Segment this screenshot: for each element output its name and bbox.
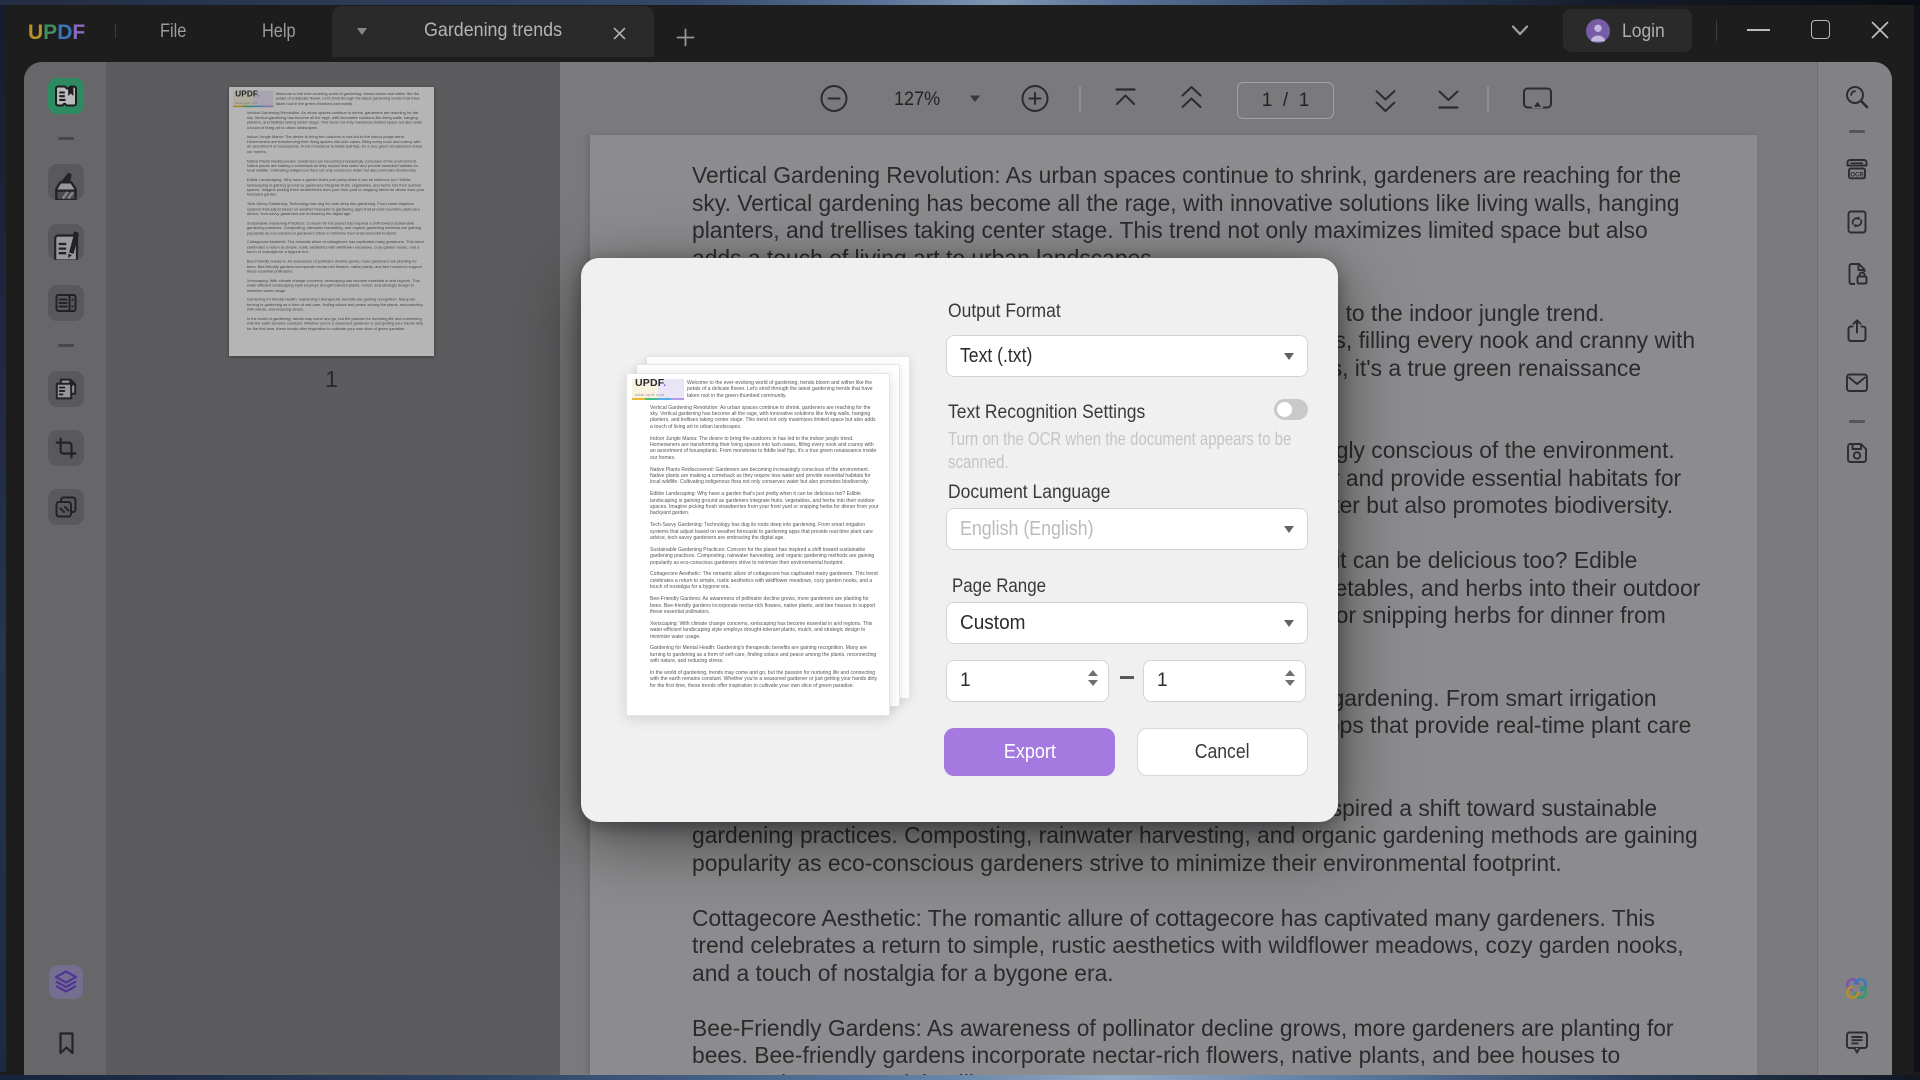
svg-text:OCR: OCR — [1850, 172, 1864, 178]
